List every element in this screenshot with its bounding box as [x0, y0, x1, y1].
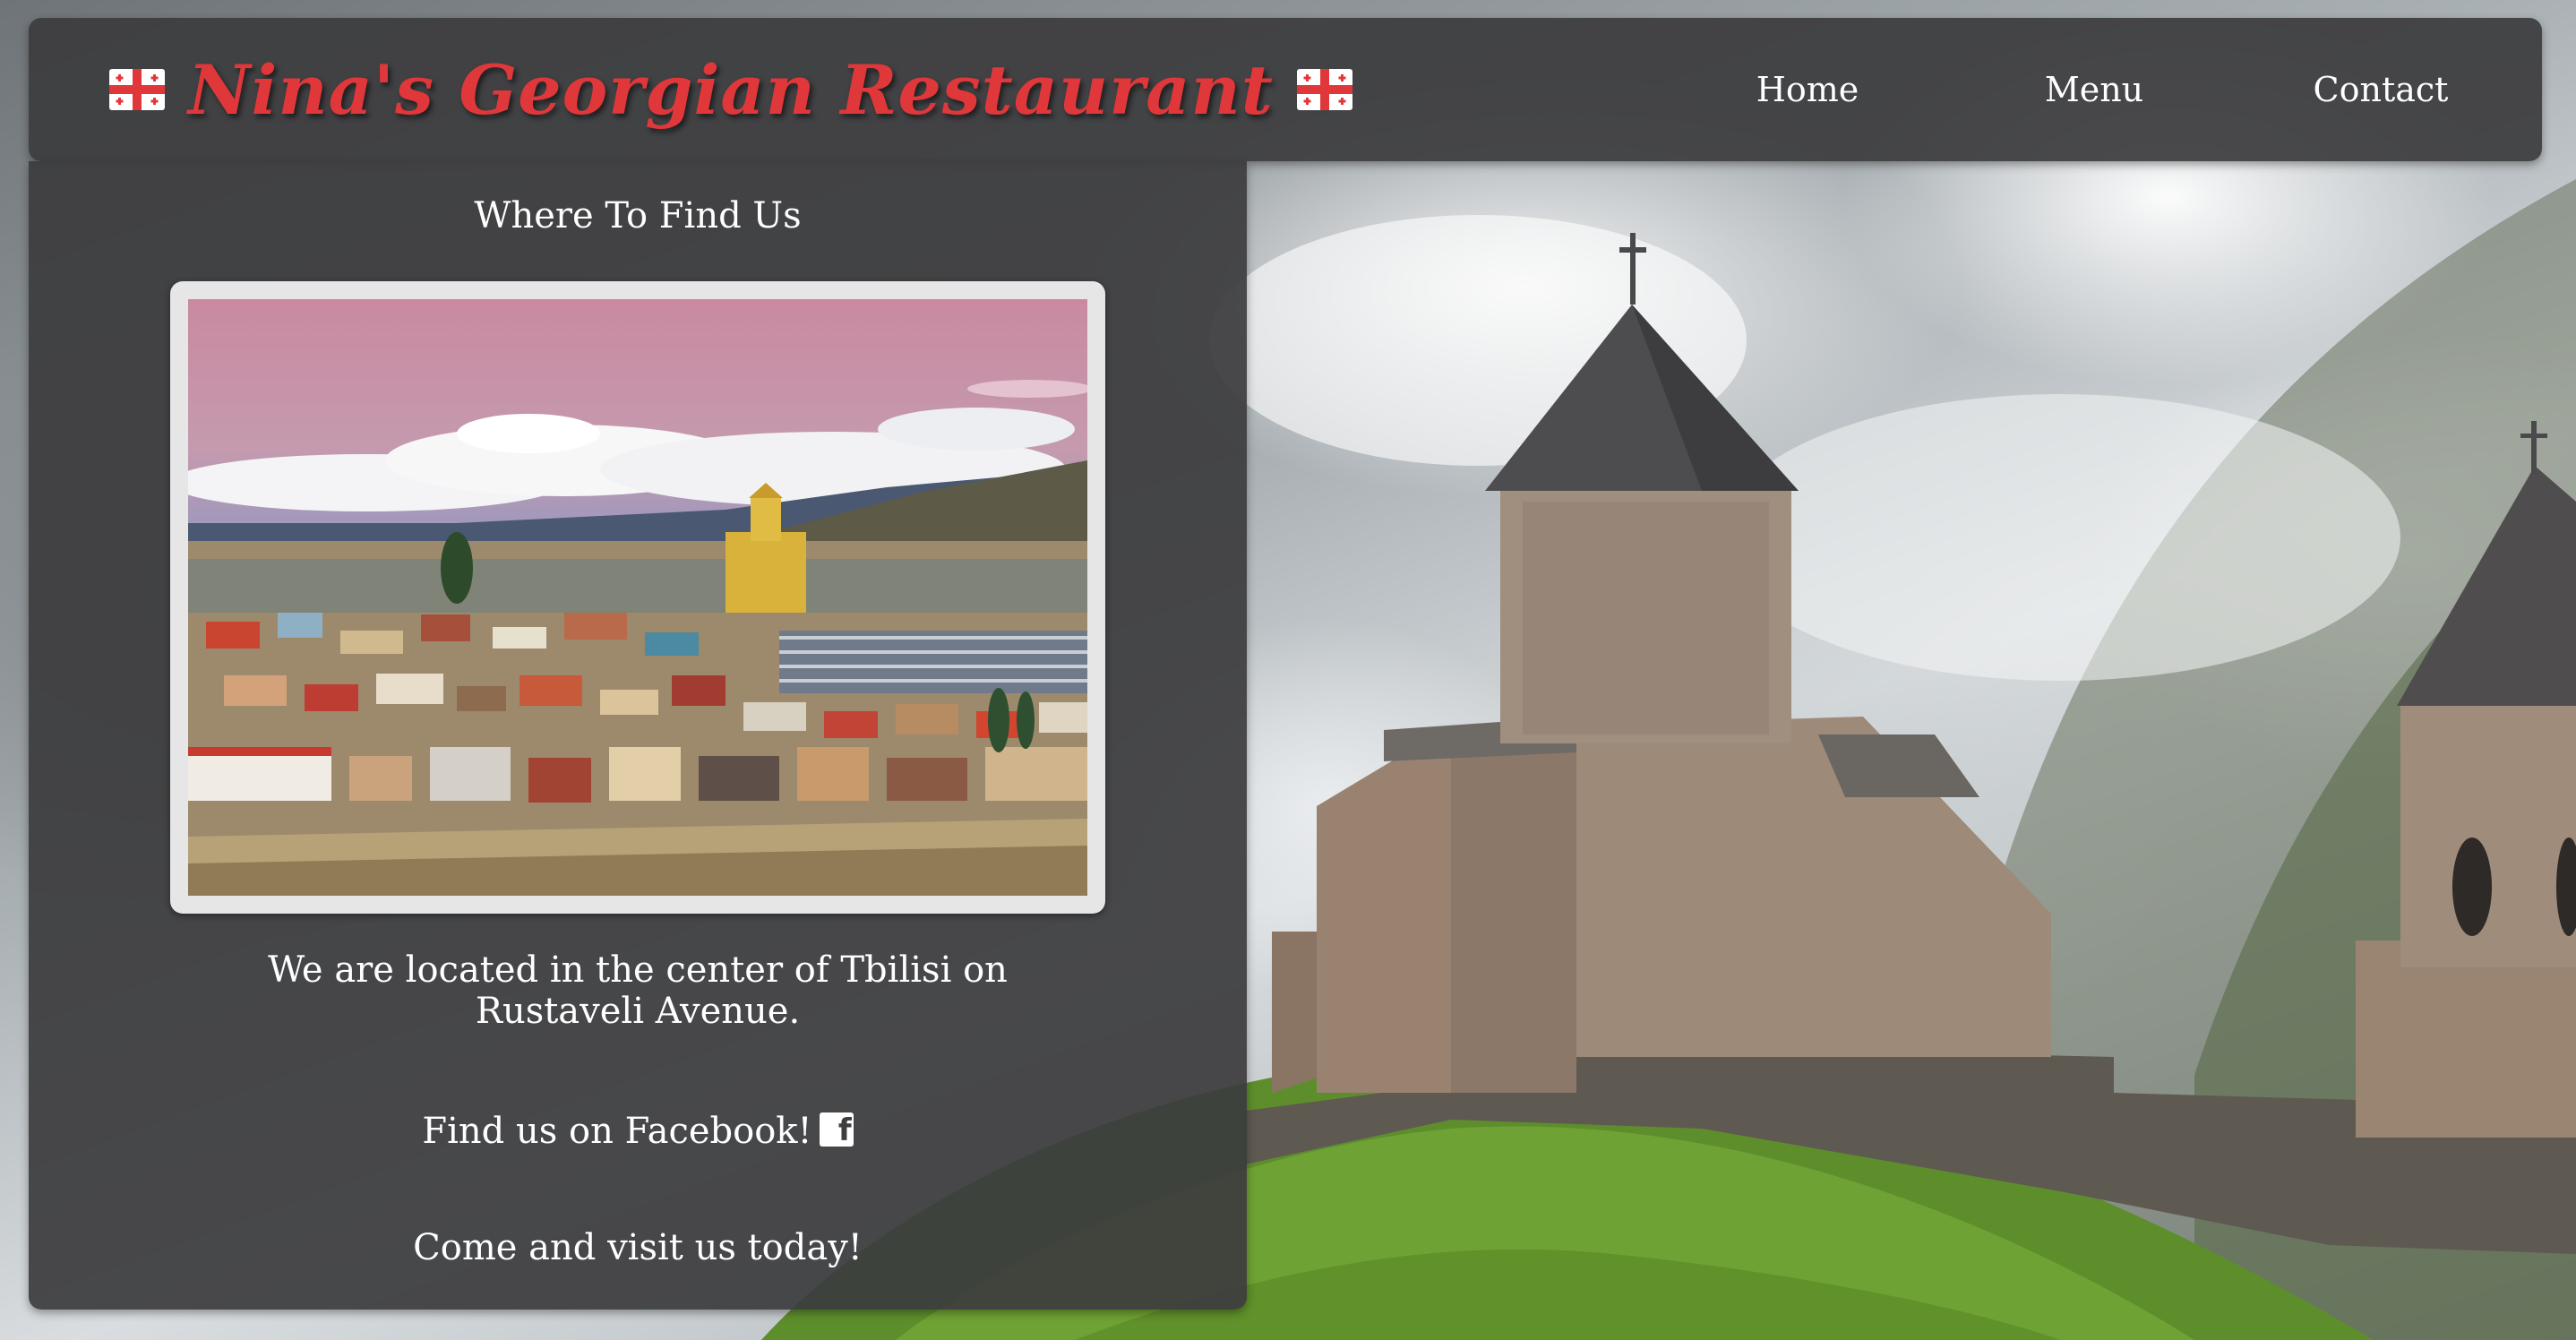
facebook-icon[interactable]: f	[819, 1112, 854, 1147]
tbilisi-photo	[188, 299, 1087, 896]
georgia-flag-icon	[109, 69, 165, 110]
location-text: We are located in the center of Tbilisi …	[268, 949, 1008, 1032]
facebook-line: Find us on Facebook! f	[29, 1109, 1247, 1154]
photo-frame	[170, 281, 1105, 914]
site-title: Nina's Georgian Restaurant	[188, 49, 1274, 130]
brand: Nina's Georgian Restaurant	[109, 18, 1352, 161]
georgia-flag-icon	[1296, 69, 1352, 110]
nav-link-menu[interactable]: Menu	[2005, 70, 2184, 109]
site-header: Nina's Georgian Restaurant Home Menu Con…	[29, 18, 2542, 161]
section-title: Where To Find Us	[474, 195, 802, 236]
location-panel: Where To Find Us We are located in the c…	[29, 161, 1247, 1310]
tbilisi-cityscape-image	[188, 299, 1087, 896]
nav-link-contact[interactable]: Contact	[2291, 70, 2470, 109]
nav-link-home[interactable]: Home	[1718, 70, 1897, 109]
visit-text: Come and visit us today!	[413, 1227, 863, 1268]
facebook-text: Find us on Facebook!	[422, 1111, 812, 1152]
main-nav: Home Menu Contact	[1718, 18, 2542, 161]
